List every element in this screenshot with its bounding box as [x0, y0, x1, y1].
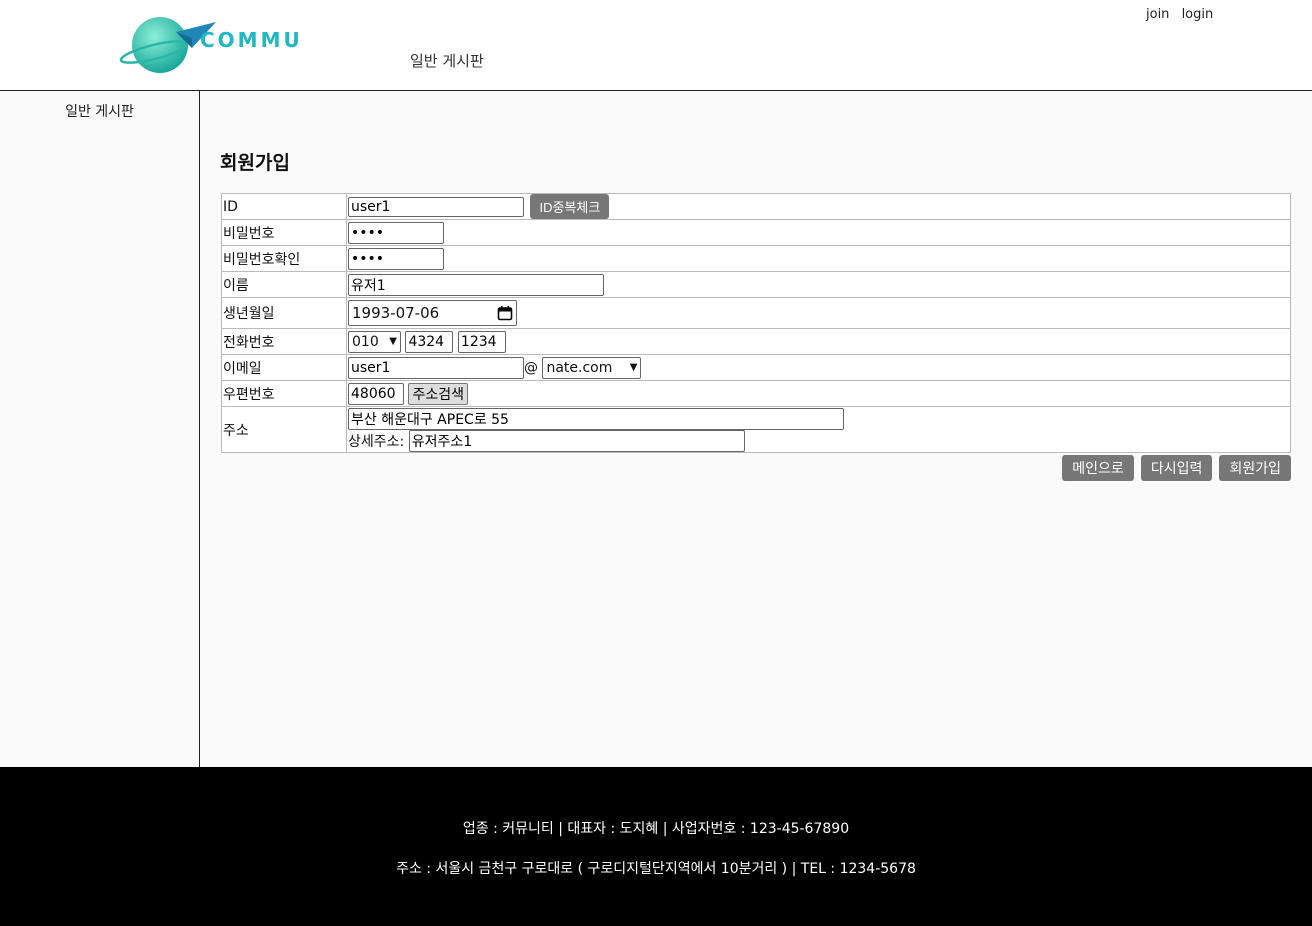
logo-text: COMMU — [200, 28, 303, 52]
phone-prefix-value: 010 — [352, 333, 379, 350]
site-header: COMMU 일반 게시판 join login — [0, 0, 1312, 91]
email-at-sign: @ — [524, 359, 538, 376]
email-domain-value: nate.com — [546, 359, 613, 376]
phone-mid-input[interactable] — [405, 330, 454, 353]
auth-links: join login — [1146, 7, 1221, 22]
calendar-icon[interactable] — [497, 305, 513, 321]
chevron-down-icon: ▼ — [389, 336, 397, 347]
footer-business-info: 업종 : 커뮤니티 | 대표자 : 도지혜 | 사업자번호 : 123-45-6… — [462, 821, 850, 837]
form-row-password-confirm: 비밀번호확인 — [221, 245, 1291, 272]
form-row-email: 이메일 @ nate.com ▼ — [221, 354, 1291, 381]
birth-label: 생년월일 — [221, 297, 347, 329]
phone-prefix-select[interactable]: 010 ▼ — [348, 330, 401, 353]
name-input[interactable] — [348, 273, 604, 296]
form-row-password: 비밀번호 — [221, 219, 1291, 246]
sidebar: 일반 게시판 — [0, 91, 200, 767]
email-domain-select[interactable]: nate.com ▼ — [542, 356, 642, 379]
id-check-button[interactable]: ID중복체크 — [530, 194, 610, 219]
birth-date-value: 1993-07-06 — [352, 304, 440, 322]
site-logo[interactable]: COMMU — [118, 14, 318, 76]
name-label: 이름 — [221, 271, 347, 298]
password-confirm-input[interactable] — [348, 247, 444, 270]
birth-cell: 1993-07-06 — [346, 297, 1291, 329]
join-link[interactable]: join — [1146, 7, 1169, 22]
reset-button[interactable]: 다시입력 — [1140, 455, 1213, 481]
site-footer: 업종 : 커뮤니티 | 대표자 : 도지혜 | 사업자번호 : 123-45-6… — [0, 767, 1312, 926]
form-row-birth: 생년월일 1993-07-06 — [221, 297, 1291, 329]
id-cell: ID중복체크 — [346, 193, 1291, 220]
form-row-id: ID ID중복체크 — [221, 193, 1291, 220]
form-actions: 메인으로 다시입력 회원가입 — [1060, 455, 1291, 481]
birth-date-input[interactable]: 1993-07-06 — [348, 300, 517, 326]
form-row-name: 이름 — [221, 271, 1291, 298]
address-search-button[interactable]: 주소검색 — [408, 382, 468, 405]
zip-cell: 주소검색 — [346, 380, 1291, 407]
signup-submit-button[interactable]: 회원가입 — [1219, 455, 1291, 481]
email-label: 이메일 — [221, 354, 347, 381]
address-input[interactable] — [348, 407, 844, 430]
password-confirm-cell — [346, 245, 1291, 272]
id-label: ID — [221, 193, 347, 220]
zip-label: 우편번호 — [221, 380, 347, 407]
id-input[interactable] — [348, 196, 524, 217]
email-cell: @ nate.com ▼ — [346, 354, 1291, 381]
nav-general-board[interactable]: 일반 게시판 — [410, 50, 484, 71]
phone-cell: 010 ▼ — [346, 328, 1291, 355]
footer-address-info: 주소 : 서울시 금천구 구로대로 ( 구로디지털단지역에서 10분거리 ) |… — [396, 861, 916, 877]
form-row-zip: 우편번호 주소검색 — [221, 380, 1291, 407]
zip-input[interactable] — [348, 382, 404, 405]
form-row-address: 주소 상세주소: — [221, 406, 1291, 453]
go-main-button[interactable]: 메인으로 — [1062, 455, 1134, 481]
password-confirm-label: 비밀번호확인 — [221, 245, 347, 272]
login-link[interactable]: login — [1182, 7, 1214, 22]
address-cell: 상세주소: — [346, 406, 1291, 453]
name-cell — [346, 271, 1291, 298]
phone-last-input[interactable] — [457, 330, 506, 353]
email-local-input[interactable] — [348, 356, 524, 379]
page-title: 회원가입 — [220, 152, 290, 174]
password-label: 비밀번호 — [221, 219, 347, 246]
form-row-phone: 전화번호 010 ▼ — [221, 328, 1291, 355]
password-input[interactable] — [348, 221, 444, 244]
detail-address-label: 상세주소: — [348, 433, 405, 450]
address-label: 주소 — [221, 406, 347, 453]
detail-address-input[interactable] — [408, 429, 745, 452]
signup-form: ID ID중복체크 비밀번호 비밀번호확인 이름 생년월일 1993-07-06 — [221, 193, 1291, 453]
sidebar-item-general-board[interactable]: 일반 게시판 — [0, 101, 199, 121]
password-cell — [346, 219, 1291, 246]
phone-label: 전화번호 — [221, 328, 347, 355]
chevron-down-icon: ▼ — [629, 362, 638, 373]
